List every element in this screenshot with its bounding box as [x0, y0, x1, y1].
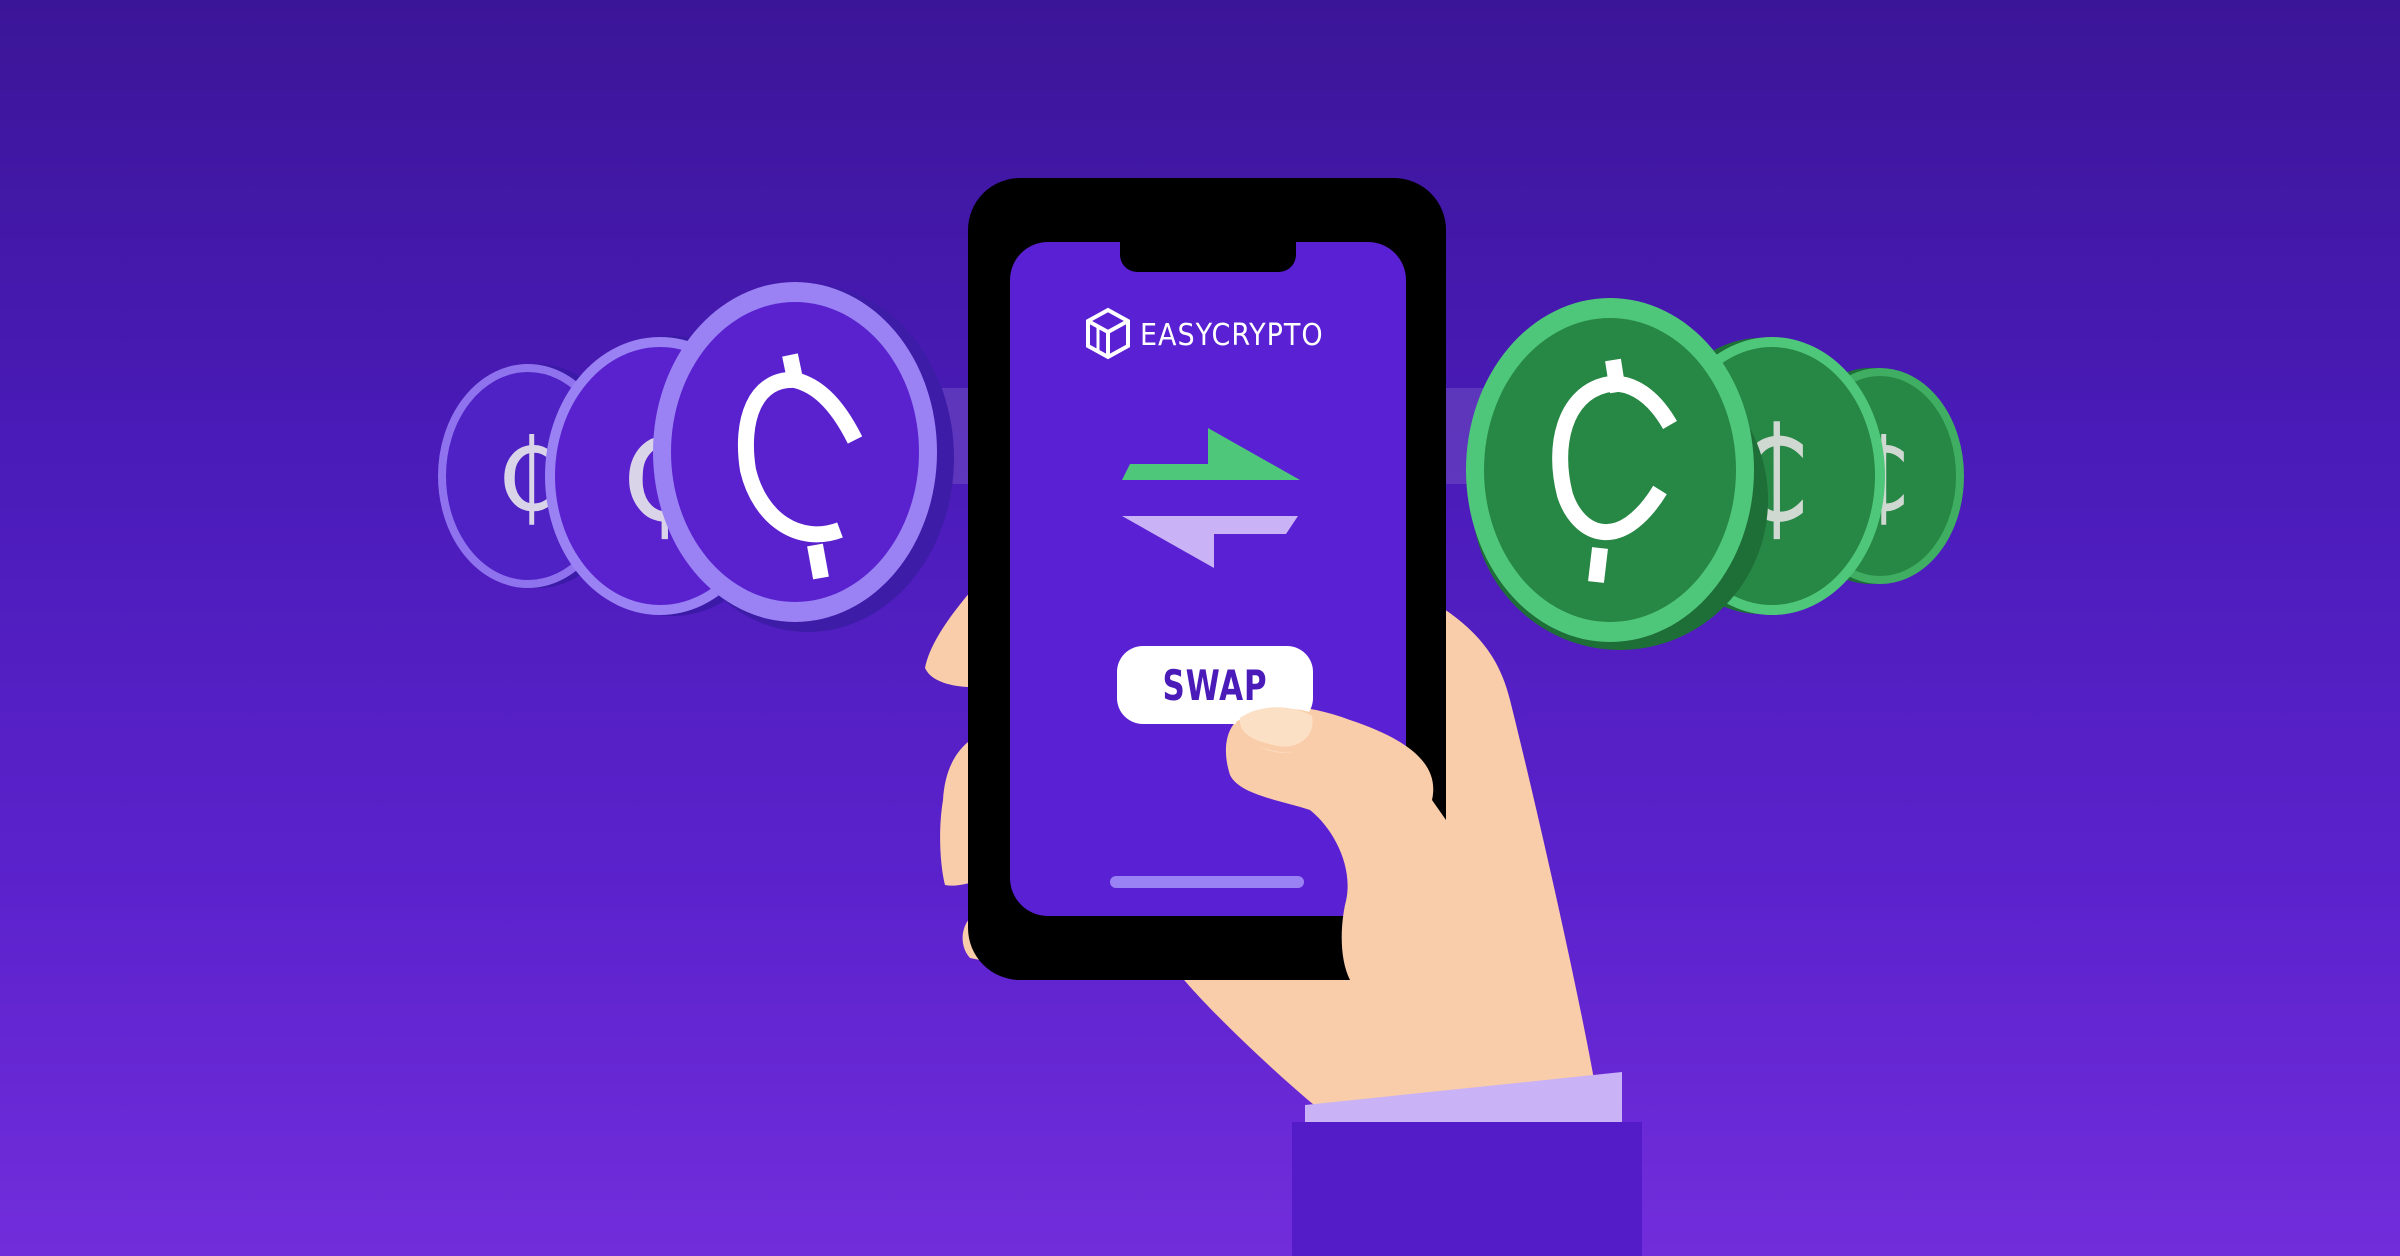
brand-name: EASYCRYPTO	[1140, 318, 1324, 353]
swap-button[interactable]: SWAP	[1117, 646, 1313, 724]
swap-button-label: SWAP	[1162, 660, 1268, 710]
home-indicator	[1110, 876, 1304, 888]
illustration: ₵ ₵ ₵ ₵	[438, 178, 1964, 1256]
